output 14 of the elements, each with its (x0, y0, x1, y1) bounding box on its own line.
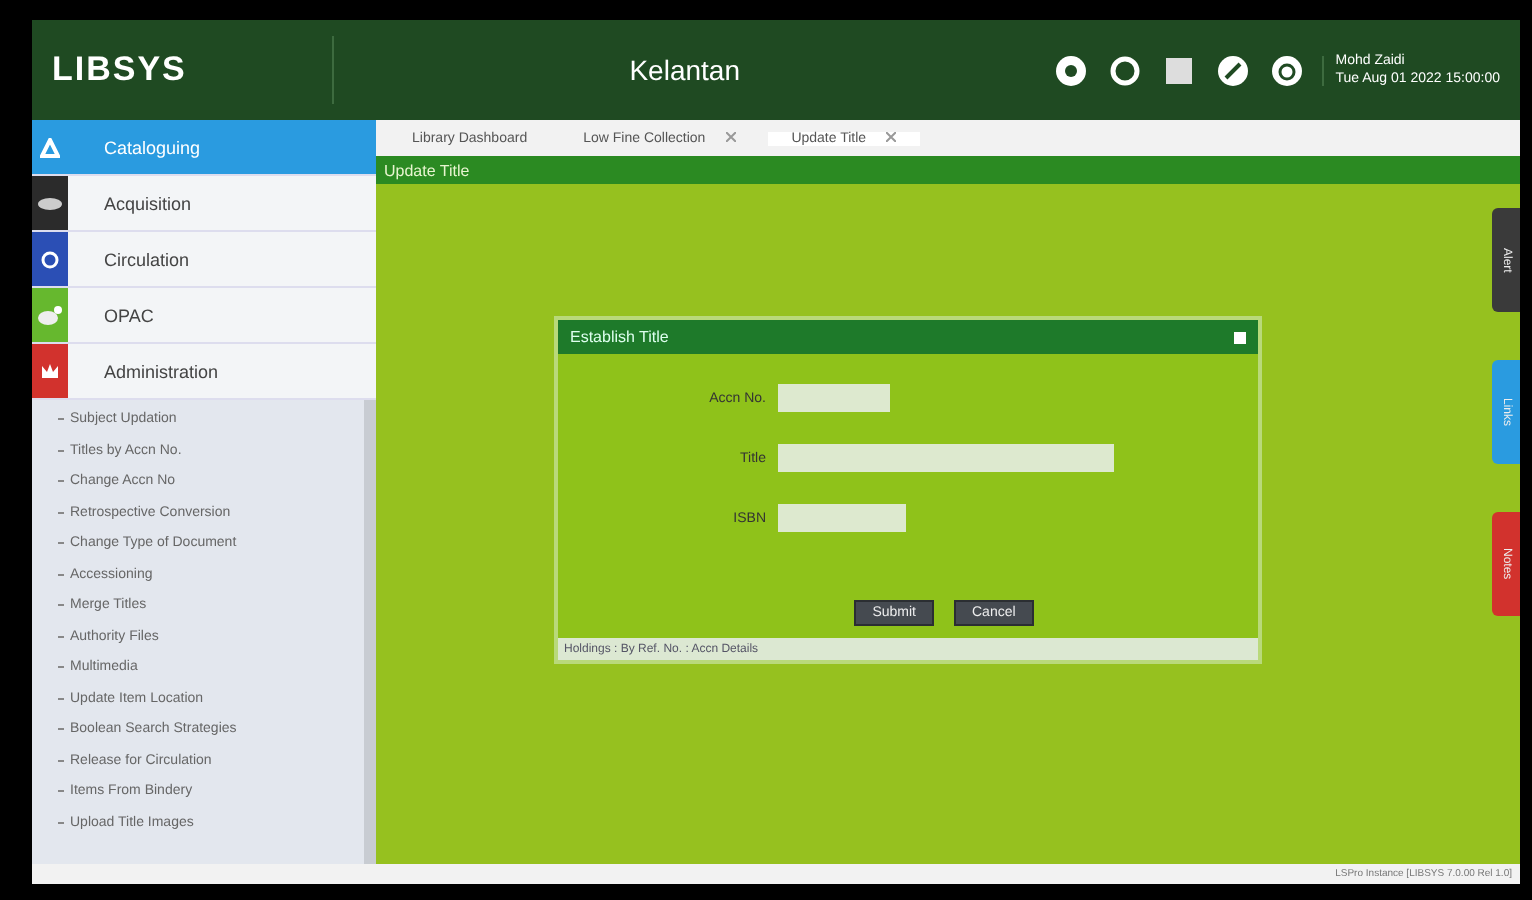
dialog-title: Establish Title (570, 328, 669, 346)
triangle-icon (40, 137, 60, 157)
crown-icon (40, 361, 60, 381)
module-item[interactable]: Cataloguing (32, 120, 376, 176)
module-item[interactable]: Acquisition (32, 176, 376, 232)
input-field[interactable] (778, 504, 906, 532)
module-item[interactable]: Administration (32, 344, 376, 400)
module-item[interactable]: OPAC (32, 288, 376, 344)
page-title: Update Title (376, 156, 1520, 184)
input-field[interactable] (778, 444, 1114, 472)
input-field[interactable] (778, 384, 890, 412)
module-item[interactable]: Circulation (32, 232, 376, 288)
library-name: Kelantan (627, 54, 742, 86)
logo: LIBSYS (52, 36, 334, 104)
